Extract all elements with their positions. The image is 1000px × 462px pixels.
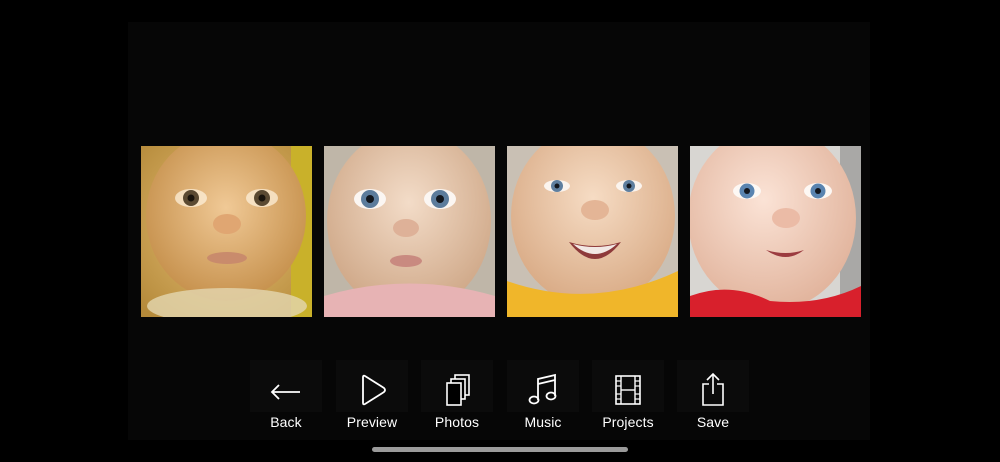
baby-face-image <box>690 146 861 317</box>
film-strip-icon <box>615 375 641 405</box>
stacked-photos-icon <box>446 374 470 406</box>
back-label: Back <box>270 414 302 430</box>
photo-thumbnail-1[interactable] <box>141 146 312 317</box>
photo-thumbnail-4[interactable] <box>690 146 861 317</box>
music-label: Music <box>524 414 562 430</box>
music-button[interactable]: Music <box>507 358 579 438</box>
preview-button[interactable]: Preview <box>336 358 408 438</box>
baby-face-image <box>324 146 495 317</box>
play-icon <box>362 374 386 406</box>
share-icon <box>702 372 724 406</box>
arrow-left-icon <box>270 384 300 400</box>
projects-label: Projects <box>602 414 654 430</box>
photo-thumbnail-3[interactable] <box>507 146 678 317</box>
preview-label: Preview <box>346 414 398 430</box>
home-indicator[interactable] <box>372 447 628 452</box>
projects-button[interactable]: Projects <box>592 358 664 438</box>
app-screen: Back Preview Photos Music Projects Save <box>0 0 1000 462</box>
back-button[interactable]: Back <box>250 358 322 438</box>
save-label: Save <box>696 414 730 430</box>
music-note-icon <box>528 373 557 405</box>
save-button[interactable]: Save <box>677 358 749 438</box>
baby-face-image <box>507 146 678 317</box>
baby-face-image <box>141 146 312 317</box>
bottom-toolbar: Back Preview Photos Music Projects Save <box>250 358 750 438</box>
photos-label: Photos <box>434 414 480 430</box>
photos-button[interactable]: Photos <box>421 358 493 438</box>
photo-strip <box>141 146 861 317</box>
photo-thumbnail-2[interactable] <box>324 146 495 317</box>
